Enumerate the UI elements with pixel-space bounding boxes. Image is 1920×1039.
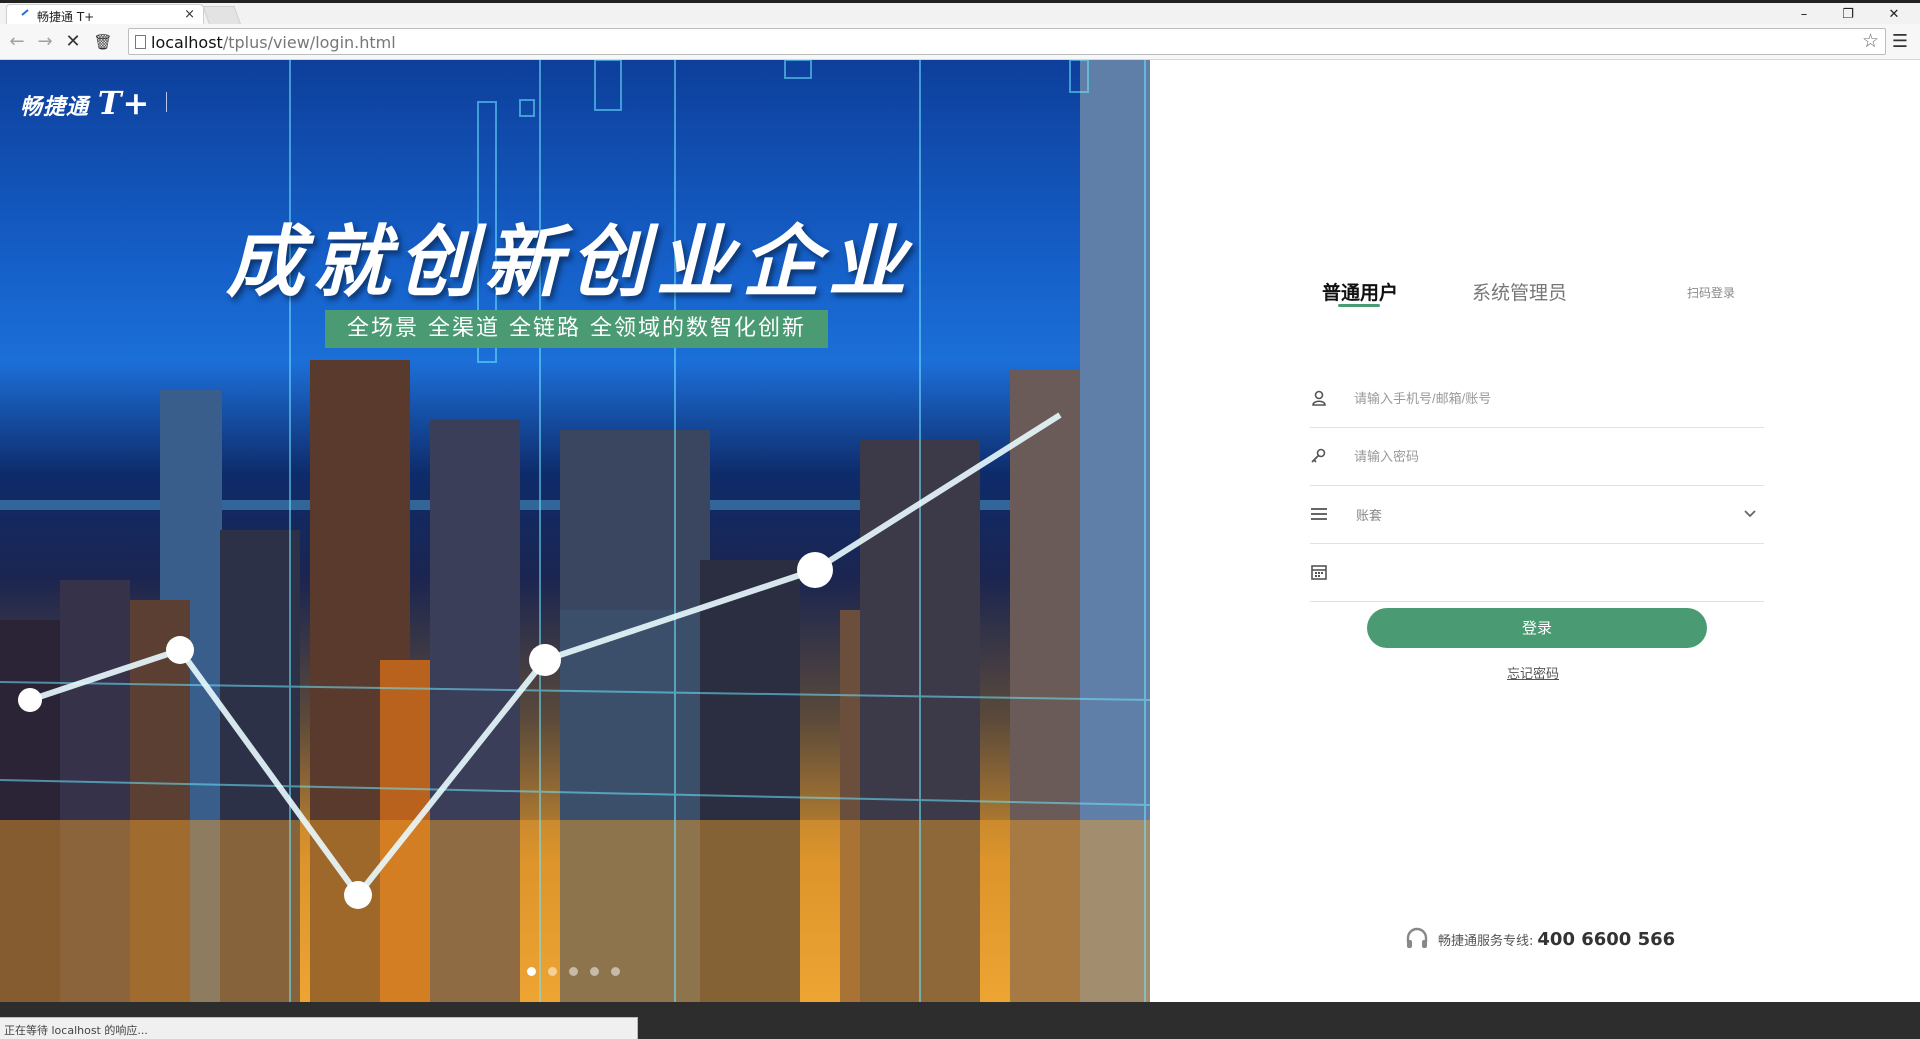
address-bar[interactable]: localhost/tplus/view/login.html ☆	[128, 28, 1886, 55]
stop-icon[interactable]: ✕	[62, 31, 84, 53]
carousel-dot[interactable]	[527, 967, 536, 976]
brand-logo: 畅捷通 T+	[20, 84, 150, 122]
url-path: /tplus/view/login.html	[222, 33, 396, 52]
hotline-label: 畅捷通服务专线:	[1438, 933, 1534, 949]
status-bubble: 正在等待 localhost 的响应...	[0, 1017, 638, 1039]
menu-icon[interactable]: ☰	[1892, 31, 1908, 52]
calendar-icon	[1311, 565, 1327, 580]
carousel-dots	[527, 967, 620, 976]
carousel-dot[interactable]	[548, 967, 557, 976]
back-icon[interactable]: ←	[6, 31, 28, 53]
new-tab-button[interactable]	[202, 6, 242, 26]
status-text: 正在等待 localhost 的响应...	[4, 1024, 148, 1037]
list-icon	[1311, 508, 1327, 520]
minimize-button[interactable]: –	[1784, 5, 1824, 25]
banner-headline: 成就创新创业企业	[225, 218, 914, 308]
login-panel: 普通用户 系统管理员 扫码登录 账套 登录 忘记密码 畅捷通服务专线: 400 …	[1150, 60, 1920, 1002]
star-icon[interactable]: ☆	[1862, 30, 1879, 52]
logo-product: T+	[97, 84, 151, 122]
tab-system-admin[interactable]: 系统管理员	[1472, 278, 1567, 305]
tab-regular-user[interactable]: 普通用户	[1322, 278, 1398, 305]
company-select-value: 账套	[1356, 509, 1383, 524]
carousel-dot[interactable]	[611, 967, 620, 976]
forward-icon[interactable]: →	[34, 31, 56, 53]
page-icon	[135, 35, 146, 49]
account-field	[1310, 370, 1764, 428]
password-input[interactable]	[1354, 440, 1744, 472]
qr-login-link[interactable]: 扫码登录	[1687, 284, 1735, 301]
banner-subline: 全场景 全渠道 全链路 全领域的数智化创新	[325, 310, 828, 348]
restore-button[interactable]: ❐	[1828, 5, 1868, 25]
key-icon	[1311, 448, 1326, 463]
active-tab-indicator	[1338, 304, 1380, 307]
carousel-dot[interactable]	[590, 967, 599, 976]
service-hotline: 畅捷通服务专线: 400 6600 566	[1404, 926, 1675, 952]
browser-tab[interactable]: 畅捷通 T+ ×	[6, 4, 204, 26]
url-text: localhost/tplus/view/login.html	[151, 33, 396, 52]
hotline-number: 400 6600 566	[1537, 928, 1676, 950]
browser-toolbar: ← → ✕ 🗑 localhost/tplus/view/login.html …	[0, 24, 1920, 60]
forgot-password-link[interactable]: 忘记密码	[1507, 663, 1559, 682]
browser-status-bar: 正在等待 localhost 的响应...	[0, 1002, 1920, 1039]
promo-banner: 畅捷通 T+ 成就创新创业企业 全场景 全渠道 全链路 全领域的数智化创新	[0, 60, 1150, 1002]
tab-close-button[interactable]: ×	[184, 7, 195, 22]
date-input[interactable]	[1354, 556, 1744, 588]
date-field	[1310, 544, 1764, 602]
chevron-down-icon[interactable]	[1742, 506, 1758, 522]
url-host: localhost	[151, 33, 223, 52]
login-button[interactable]: 登录	[1367, 608, 1707, 648]
password-field	[1310, 428, 1764, 486]
carousel-dot[interactable]	[569, 967, 578, 976]
login-page: 畅捷通 T+ 成就创新创业企业 全场景 全渠道 全链路 全领域的数智化创新 普通…	[0, 60, 1920, 1002]
close-window-button[interactable]: ✕	[1874, 5, 1914, 25]
user-icon	[1312, 390, 1326, 406]
favicon-icon	[21, 9, 29, 16]
logo-divider	[166, 92, 167, 112]
company-select-field[interactable]: 账套	[1310, 486, 1764, 544]
account-input[interactable]	[1354, 382, 1744, 414]
tab-title: 畅捷通 T+	[37, 10, 95, 24]
trash-icon[interactable]: 🗑	[92, 31, 114, 53]
browser-tab-bar: 畅捷通 T+ × – ❐ ✕	[0, 0, 1920, 26]
logo-text: 畅捷通	[20, 94, 90, 120]
headset-icon	[1406, 927, 1428, 948]
